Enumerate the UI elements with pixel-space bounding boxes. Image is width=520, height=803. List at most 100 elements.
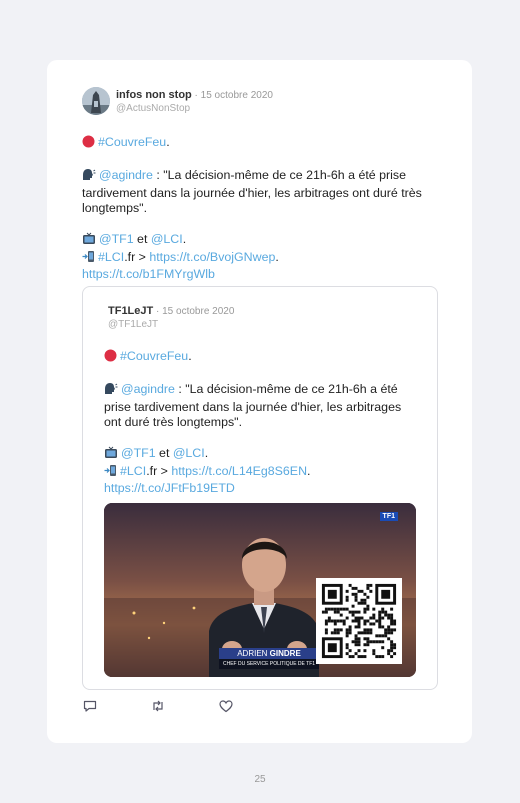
qr-module	[390, 646, 394, 650]
qr-module	[372, 622, 376, 626]
qr-module	[390, 616, 394, 620]
qr-module	[354, 634, 358, 638]
qr-module	[384, 628, 388, 632]
media-link[interactable]: https://t.co/b1FMYrgWlb	[82, 267, 215, 281]
qr-module	[387, 625, 391, 629]
reply-icon[interactable]	[82, 698, 98, 714]
qr-module	[363, 631, 367, 635]
quoted-hashtag-link[interactable]: #CouvreFeu	[120, 349, 188, 363]
qr-module	[348, 631, 352, 635]
quoted-tf1-link[interactable]: @TF1	[121, 446, 156, 460]
tweet-date[interactable]: 15 octobre 2020	[201, 90, 273, 101]
like-icon[interactable]	[218, 698, 234, 714]
qr-module	[384, 634, 388, 638]
qr-module	[393, 628, 397, 632]
dot: .	[275, 249, 279, 264]
qr-module	[369, 616, 373, 620]
retweet-icon[interactable]	[150, 698, 166, 714]
qr-module	[336, 631, 340, 635]
qr-module	[363, 655, 367, 659]
qr-module	[375, 655, 379, 659]
quoted-article-link[interactable]: https://t.co/L14Eg8S6EN	[171, 464, 307, 478]
qr-module	[327, 643, 337, 653]
qr-module	[351, 586, 355, 590]
tf1-link[interactable]: @TF1	[99, 232, 134, 246]
avatar[interactable]	[82, 87, 110, 115]
qr-module	[393, 622, 397, 626]
qr-module	[357, 649, 361, 653]
qr-module	[390, 640, 394, 644]
qr-module	[378, 613, 382, 617]
qr-module	[387, 637, 391, 641]
qr-module	[363, 592, 367, 596]
qr-module	[357, 640, 361, 644]
qr-module	[324, 610, 328, 614]
qr-module	[381, 607, 385, 611]
qr-module	[363, 643, 367, 647]
qr-module	[378, 634, 382, 638]
hashtag-link[interactable]: #CouvreFeu	[98, 135, 166, 149]
qr-module	[357, 622, 361, 626]
qr-module	[324, 631, 328, 635]
qr-module	[333, 631, 337, 635]
author-handle[interactable]: @ActusNonStop	[116, 103, 190, 114]
mention-link[interactable]: @agindre	[99, 168, 153, 182]
quoted-mention-link[interactable]: @agindre	[121, 382, 175, 396]
qr-module	[390, 643, 394, 647]
qr-module	[357, 625, 361, 629]
qr-module	[369, 622, 373, 626]
video-thumbnail[interactable]: TF1 ADRIEN GINDRE CHEF DU SERVICE POLITI…	[104, 503, 416, 677]
qr-module	[345, 628, 349, 632]
qr-module	[339, 607, 343, 611]
qr-module	[378, 622, 382, 626]
quoted-lci-hashtag-link[interactable]: #LCI	[120, 464, 146, 478]
author-name[interactable]: infos non stop	[116, 89, 192, 101]
media-link-line: https://t.co/b1FMYrgWlb	[82, 267, 447, 283]
lci-link[interactable]: @LCI	[151, 232, 183, 246]
qr-module	[357, 589, 361, 593]
qr-module	[375, 634, 379, 638]
quoted-quote-paragraph: @agindre : "La décision-même de ce 21h-6…	[104, 382, 414, 431]
qr-module	[345, 631, 349, 635]
qr-module	[333, 619, 337, 623]
qr-module	[384, 610, 388, 614]
qr-module	[366, 628, 370, 632]
qr-module	[330, 619, 334, 623]
quoted-hashtag-line: #CouvreFeu.	[104, 349, 414, 367]
qr-module	[378, 625, 382, 629]
quoted-handle[interactable]: @TF1LeJT	[108, 319, 234, 330]
dot: .	[204, 446, 209, 460]
qr-module	[348, 649, 352, 653]
dot: .	[166, 135, 170, 149]
quoted-date[interactable]: 15 octobre 2020	[162, 306, 234, 317]
lci-hashtag-link[interactable]: #LCI	[98, 250, 124, 264]
qr-module	[330, 607, 334, 611]
qr-module	[354, 598, 358, 602]
article-link[interactable]: https://t.co/BvojGNwep	[149, 250, 275, 264]
quoted-media-link[interactable]: https://t.co/JFtFb19ETD	[104, 481, 235, 495]
qr-module	[360, 598, 364, 602]
qr-module	[357, 655, 361, 659]
qr-module	[360, 655, 364, 659]
qr-module	[354, 652, 358, 656]
quoted-tweet[interactable]: TF1LeJT · 15 octobre 2020 @TF1LeJT #Couv…	[82, 286, 438, 690]
qr-module	[354, 643, 358, 647]
qr-module	[381, 634, 385, 638]
qr-module	[366, 631, 370, 635]
qr-module	[321, 610, 325, 614]
qr-module	[363, 637, 367, 641]
qr-module	[363, 619, 367, 623]
quoted-lci-link[interactable]: @LCI	[173, 446, 205, 460]
qr-module	[372, 616, 376, 620]
qr-module	[387, 613, 391, 617]
qr-module	[366, 595, 370, 599]
qr-module	[345, 652, 349, 656]
quoted-author-name[interactable]: TF1LeJT	[108, 305, 153, 317]
qr-module	[387, 631, 391, 635]
qr-module	[333, 628, 337, 632]
qr-module	[351, 592, 355, 596]
qr-module	[378, 616, 382, 620]
qr-module	[393, 643, 397, 647]
qr-module	[375, 640, 379, 644]
qr-module	[363, 628, 367, 632]
